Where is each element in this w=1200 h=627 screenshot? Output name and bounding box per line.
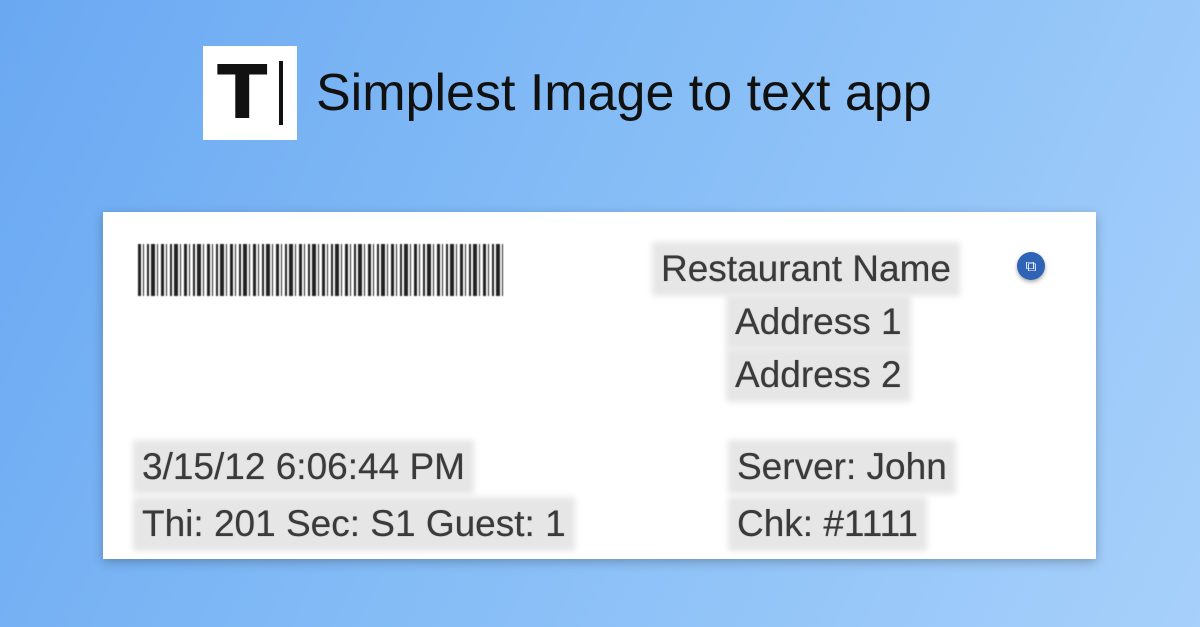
- app-title: Simplest Image to text app: [316, 64, 932, 122]
- barcode: [138, 244, 505, 296]
- restaurant-name-text: Restaurant Name: [657, 247, 955, 291]
- server-text: Server: John: [733, 445, 951, 489]
- copy-icon: ⧉: [1025, 257, 1037, 275]
- datetime-text: 3/15/12 6:06:44 PM: [138, 445, 469, 489]
- address-1-text: Address 1: [731, 300, 906, 344]
- logo-letter: T: [217, 50, 268, 136]
- address-2-text: Address 2: [731, 353, 906, 397]
- table-info-text: Thi: 201 Sec: S1 Guest: 1: [138, 502, 570, 546]
- app-header: T Simplest Image to text app: [203, 46, 932, 140]
- check-number-text: Chk: #1111: [733, 502, 923, 546]
- receipt-image: Restaurant Name ⧉ Address 1 Address 2 3/…: [103, 212, 1096, 559]
- copy-button[interactable]: ⧉: [1017, 252, 1045, 280]
- text-cursor-icon: [279, 61, 283, 125]
- app-logo: T: [203, 46, 297, 140]
